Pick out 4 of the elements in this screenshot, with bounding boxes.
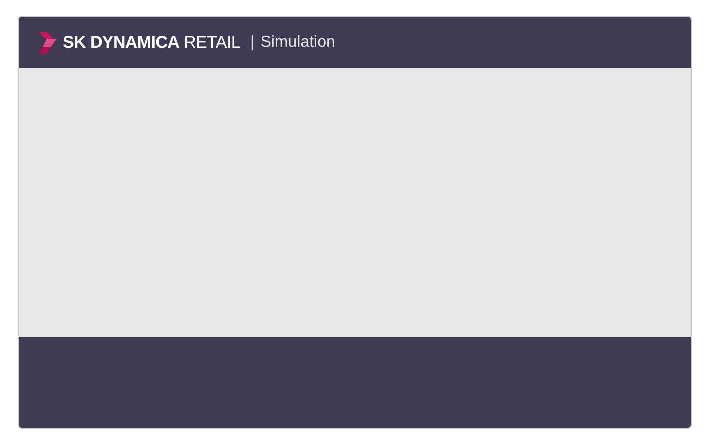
separator: | <box>250 34 255 52</box>
page-title: Simulation <box>260 34 336 52</box>
logo-icon <box>39 32 57 54</box>
brand-name: SK DYNAMICA RETAIL <box>63 32 241 52</box>
